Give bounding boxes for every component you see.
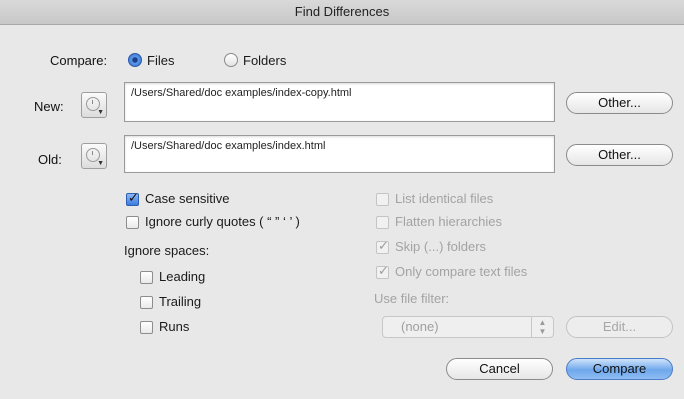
- list-identical-checkbox[interactable]: [376, 193, 389, 206]
- ignore-curly-quotes-label[interactable]: Ignore curly quotes ( “ ” ‘ ’ ): [145, 214, 300, 229]
- case-sensitive-label[interactable]: Case sensitive: [145, 191, 230, 206]
- trailing-label[interactable]: Trailing: [159, 294, 201, 309]
- files-radio[interactable]: [128, 53, 142, 67]
- find-differences-dialog: Find Differences Compare: Files Folders …: [0, 0, 684, 399]
- checkmark-icon: ✓: [378, 238, 389, 253]
- new-label: New:: [34, 99, 64, 114]
- ignore-spaces-label: Ignore spaces:: [124, 243, 210, 258]
- chevron-down-icon: ▼: [97, 109, 104, 116]
- folders-radio-label[interactable]: Folders: [243, 53, 286, 68]
- ignore-curly-quotes-checkbox[interactable]: [126, 216, 139, 229]
- new-history-button[interactable]: ▼: [81, 92, 107, 118]
- old-other-button[interactable]: Other...: [566, 144, 673, 166]
- cancel-button[interactable]: Cancel: [446, 358, 553, 380]
- flatten-checkbox[interactable]: [376, 216, 389, 229]
- file-filter-value: (none): [401, 319, 439, 334]
- flatten-label: Flatten hierarchies: [395, 214, 502, 229]
- folders-radio[interactable]: [224, 53, 238, 67]
- edit-filter-button[interactable]: Edit...: [566, 316, 673, 338]
- case-sensitive-checkbox[interactable]: ✓: [126, 190, 139, 206]
- leading-label[interactable]: Leading: [159, 269, 205, 284]
- old-label: Old:: [38, 152, 62, 167]
- skip-folders-label: Skip (...) folders: [395, 239, 487, 254]
- skip-folders-checkbox[interactable]: ✓: [376, 238, 389, 254]
- new-path-field[interactable]: /Users/Shared/doc examples/index-copy.ht…: [124, 82, 555, 122]
- chevron-down-icon: ▼: [97, 160, 104, 167]
- updown-arrows-icon: ▲ ▼: [531, 317, 553, 337]
- compare-label: Compare:: [50, 53, 108, 68]
- window-title: Find Differences: [0, 0, 684, 25]
- old-path-field[interactable]: /Users/Shared/doc examples/index.html: [124, 135, 555, 173]
- new-other-button[interactable]: Other...: [566, 92, 673, 114]
- checkmark-icon: ✓: [128, 190, 139, 205]
- runs-checkbox[interactable]: [140, 321, 153, 334]
- only-text-label: Only compare text files: [395, 264, 528, 279]
- compare-button[interactable]: Compare: [566, 358, 673, 380]
- file-filter-label: Use file filter:: [374, 291, 450, 306]
- trailing-checkbox[interactable]: [140, 296, 153, 309]
- only-text-checkbox[interactable]: ✓: [376, 263, 389, 279]
- checkmark-icon: ✓: [378, 263, 389, 278]
- files-radio-label[interactable]: Files: [147, 53, 174, 68]
- list-identical-label: List identical files: [395, 191, 494, 206]
- old-history-button[interactable]: ▼: [81, 143, 107, 169]
- file-filter-popup[interactable]: (none) ▲ ▼: [382, 316, 554, 338]
- runs-label[interactable]: Runs: [159, 319, 189, 334]
- leading-checkbox[interactable]: [140, 271, 153, 284]
